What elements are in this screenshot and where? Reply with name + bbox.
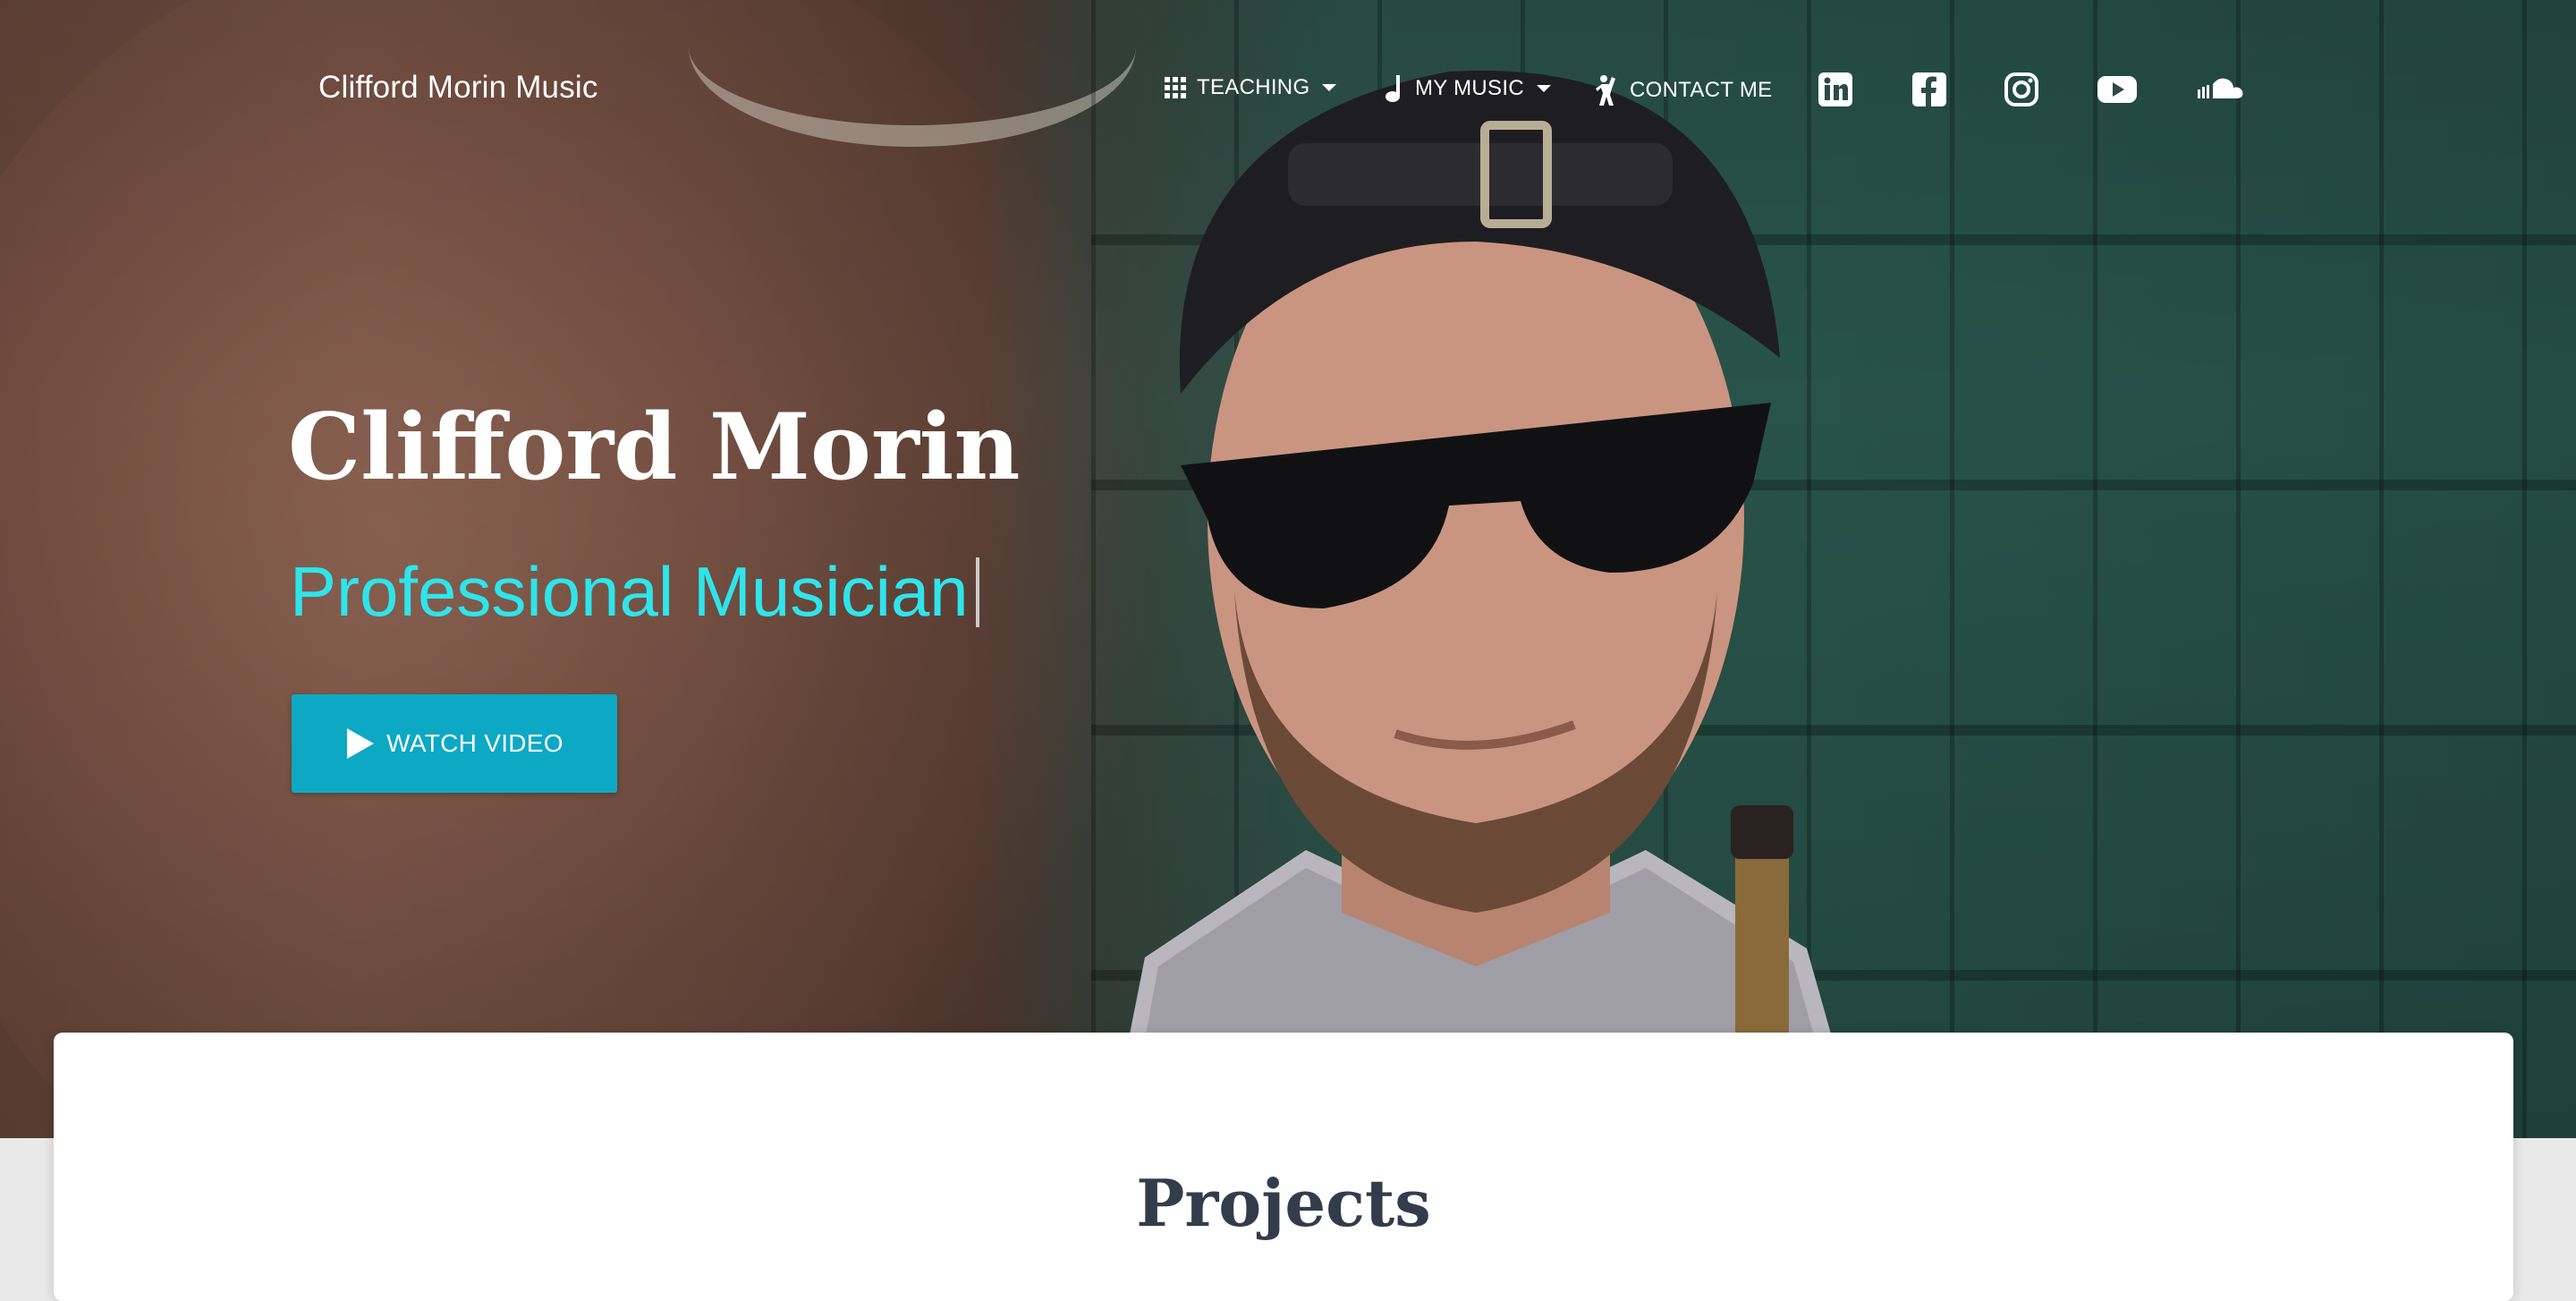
nav-teaching[interactable]: TEACHING	[1165, 75, 1337, 100]
top-navbar: Clifford Morin Music TEACHING MY MUSIC C…	[0, 0, 2576, 179]
youtube-icon[interactable]	[2097, 72, 2138, 107]
nav-contact-me[interactable]: CONTACT ME	[1596, 75, 1772, 106]
music-note-icon	[1385, 75, 1400, 102]
chevron-down-icon	[1322, 84, 1337, 91]
hero-subtitle-text: Professional Musician	[290, 552, 969, 631]
watch-video-label: WATCH VIDEO	[386, 729, 564, 757]
nav-contact-me-label: CONTACT ME	[1630, 78, 1773, 102]
brand-logo[interactable]: Clifford Morin Music	[318, 70, 598, 106]
projects-card: Projects	[54, 1033, 2513, 1301]
hero-subtitle: Professional Musician	[290, 551, 979, 633]
typing-cursor	[975, 557, 979, 627]
soundcloud-icon[interactable]	[2195, 72, 2245, 107]
grid-icon	[1165, 77, 1186, 98]
hero-title: Clifford Morin	[288, 394, 1021, 501]
section-title: Projects	[1136, 1165, 1431, 1241]
chevron-down-icon	[1536, 85, 1551, 92]
facebook-icon[interactable]	[1911, 72, 1947, 107]
nav-teaching-label: TEACHING	[1197, 75, 1310, 99]
linkedin-icon[interactable]	[1818, 72, 1853, 107]
nav-my-music-label: MY MUSIC	[1415, 76, 1524, 100]
watch-video-button[interactable]: WATCH VIDEO	[292, 694, 617, 793]
hero-section: Clifford Morin Music TEACHING MY MUSIC C…	[0, 0, 2576, 1138]
hero-portrait-image	[1109, 70, 1860, 1138]
nav-my-music[interactable]: MY MUSIC	[1385, 75, 1551, 102]
instagram-icon[interactable]	[2004, 72, 2039, 107]
play-icon	[347, 728, 375, 759]
person-icon	[1596, 75, 1615, 106]
